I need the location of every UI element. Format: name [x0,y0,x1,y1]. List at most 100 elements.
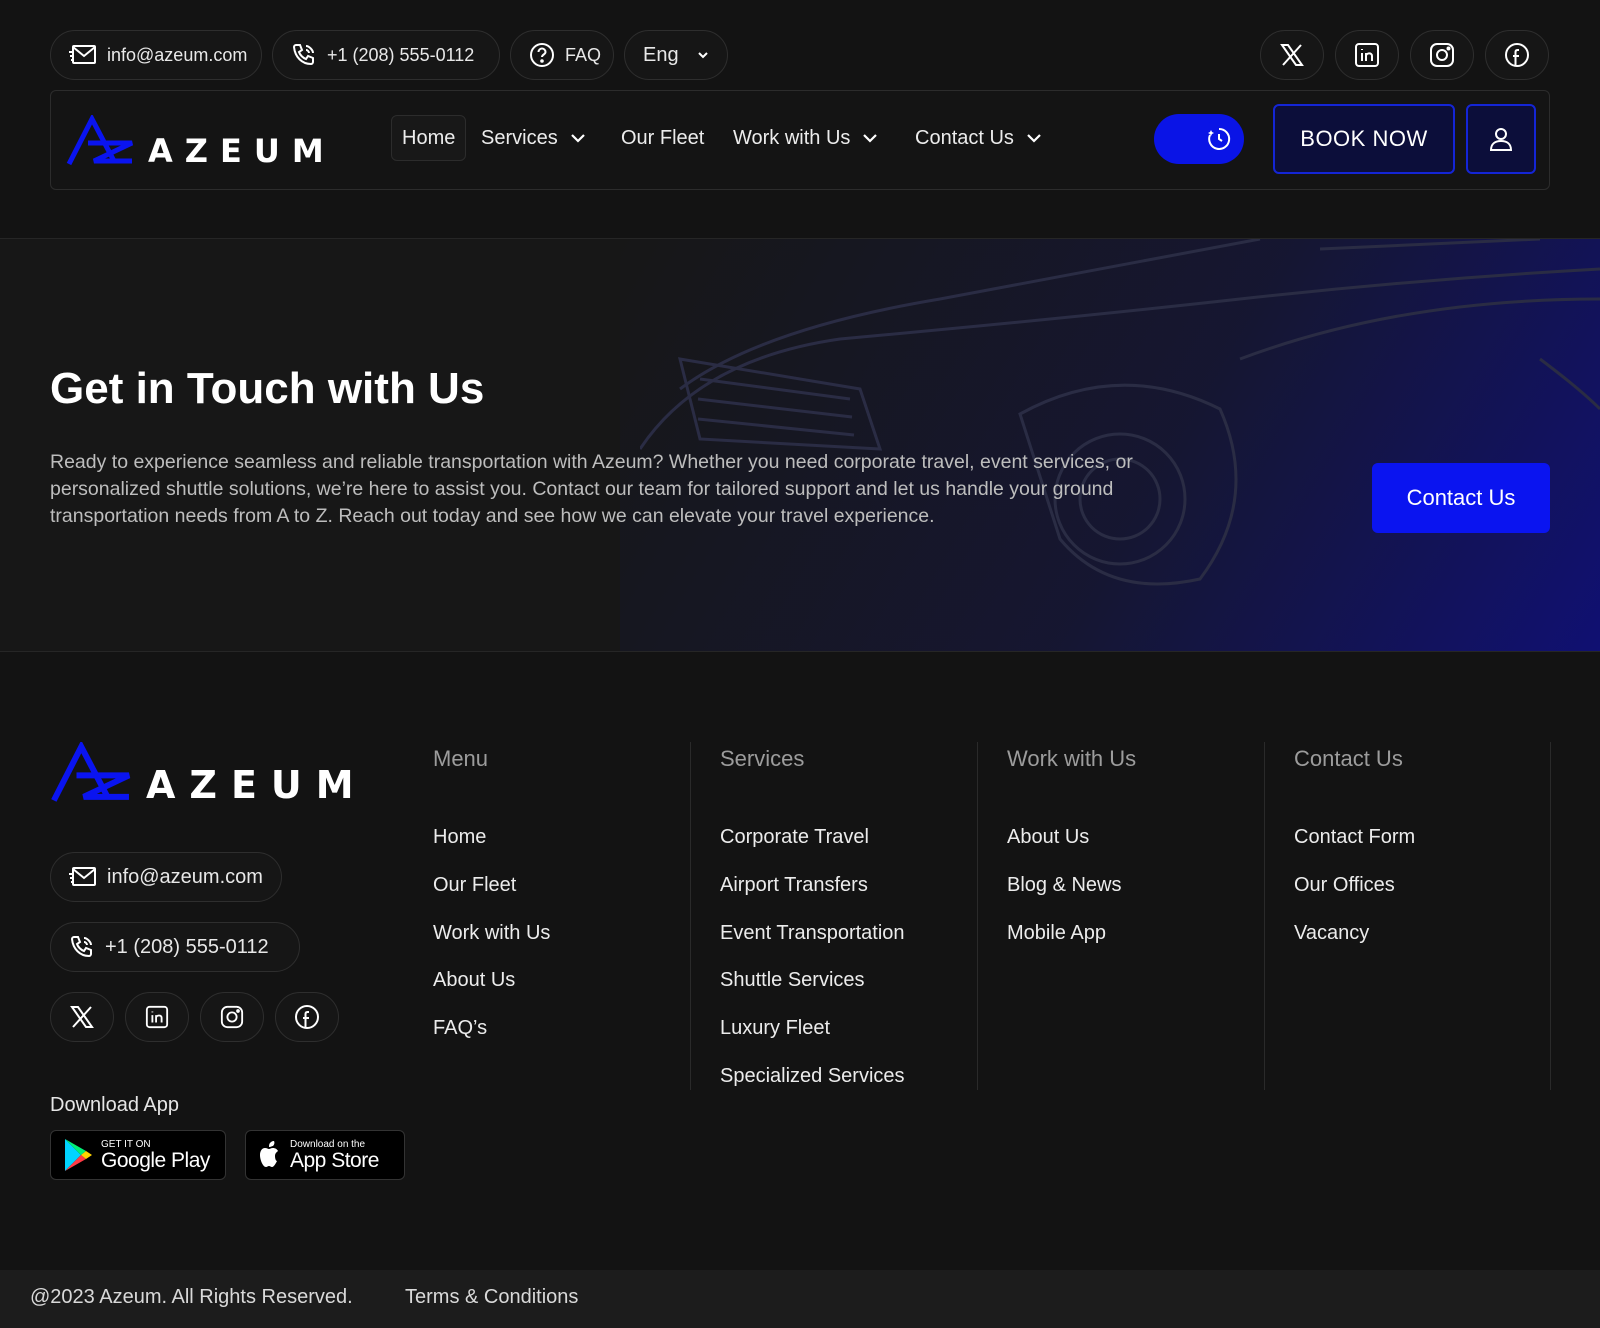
instagram-icon [220,1005,244,1029]
nav-services-label: Services [481,126,558,149]
header-logo[interactable]: AZEUM [66,115,336,167]
theme-toggle-knob [1200,120,1238,158]
footer-link-our-offices[interactable]: Our Offices [1294,874,1395,897]
hero-title: Get in Touch with Us [50,364,485,413]
apple-icon [260,1141,278,1167]
footer-link-our-fleet[interactable]: Our Fleet [433,874,516,897]
user-icon [1489,128,1513,151]
app-store-badge[interactable]: Download on the App Store [245,1130,405,1180]
nav-our-fleet[interactable]: Our Fleet [611,115,714,161]
google-play-small-text: GET IT ON [101,1138,151,1150]
car-background-image [640,239,1600,586]
footer-phone-text: +1 (208) 555-0112 [105,935,269,958]
google-play-big-text: Google Play [101,1148,210,1172]
topbar-phone-text: +1 (208) 555-0112 [327,44,475,65]
footer-services-title: Services [720,746,805,771]
footer-menu-title: Menu [433,746,489,771]
footer-link-specialized-services[interactable]: Specialized Services [720,1065,905,1088]
nav-home-label: Home [402,126,456,149]
topbar-faq-text: FAQ [565,44,602,65]
footer-link-shuttle-services[interactable]: Shuttle Services [720,969,865,992]
azeum-logo-mark [66,115,134,166]
footer-bottom-bar: @2023 Azeum. All Rights Reserved. Terms … [0,1270,1600,1328]
footer-link-airport-transfers[interactable]: Airport Transfers [720,874,868,897]
mail-icon [69,867,96,886]
footer-instagram-button[interactable] [200,992,264,1042]
question-circle-icon [530,43,554,67]
footer-email-text: info@azeum.com [107,865,263,888]
nav-contact-us[interactable]: Contact Us [905,115,1052,161]
facebook-icon [1505,43,1529,67]
app-store-big-text: App Store [290,1148,379,1172]
footer-link-home[interactable]: Home [433,826,486,849]
footer-link-blog-news[interactable]: Blog & News [1007,874,1122,897]
footer-link-about-us-2[interactable]: About Us [1007,826,1089,849]
footer-link-about-us[interactable]: About Us [433,969,515,992]
footer-link-luxury-fleet[interactable]: Luxury Fleet [720,1017,830,1040]
footer-logo-wordmark: AZEUM [146,763,368,807]
footer-link-corporate-travel[interactable]: Corporate Travel [720,826,869,849]
topbar-email-text: info@azeum.com [107,44,248,65]
footer-divider [1264,742,1265,1090]
phone-icon [70,936,92,958]
footer-facebook-button[interactable] [275,992,339,1042]
linkedin-icon [145,1005,169,1029]
facebook-icon [295,1005,319,1029]
google-play-badge[interactable]: GET IT ON Google Play [50,1130,226,1180]
x-icon [1280,44,1304,66]
footer-email-link[interactable]: info@azeum.com [50,852,282,902]
footer-divider [1550,742,1551,1090]
nav-home[interactable]: Home [391,115,467,161]
x-icon [70,1006,94,1028]
linkedin-icon [1355,43,1379,67]
instagram-icon [1430,43,1454,67]
copyright-text: @2023 Azeum. All Rights Reserved. [30,1286,353,1308]
moon-clock-icon [1208,127,1231,150]
topbar-email-link[interactable]: info@azeum.com [50,30,262,80]
footer-link-contact-form[interactable]: Contact Form [1294,826,1415,849]
topbar-faq-link[interactable]: FAQ [510,30,614,80]
footer-x-button[interactable] [50,992,114,1042]
footer-link-event-transportation[interactable]: Event Transportation [720,922,905,945]
download-app-label: Download App [50,1094,179,1116]
footer-link-faqs[interactable]: FAQ’s [433,1017,487,1040]
nav-services[interactable]: Services [471,115,596,161]
terms-conditions-link[interactable]: Terms & Conditions [405,1286,578,1309]
footer-link-work-with-us[interactable]: Work with Us [433,922,550,945]
language-value: Eng [643,43,679,66]
footer-link-vacancy[interactable]: Vacancy [1294,922,1369,945]
footer-contact-us-title: Contact Us [1294,746,1403,771]
footer-link-mobile-app[interactable]: Mobile App [1007,922,1106,945]
chevron-down-icon [570,134,585,143]
footer-phone-link[interactable]: +1 (208) 555-0112 [50,922,300,972]
footer-linkedin-button[interactable] [125,992,189,1042]
phone-icon [292,44,314,66]
nav-work-with-us[interactable]: Work with Us [723,115,888,161]
instagram-social-button[interactable] [1410,30,1474,80]
nav-work-with-us-label: Work with Us [733,126,851,149]
footer-divider [977,742,978,1090]
hero-description: Ready to experience seamless and reliabl… [50,451,1133,527]
linkedin-social-button[interactable] [1335,30,1399,80]
footer-divider [690,742,691,1090]
logo-wordmark: AZEUM [148,132,336,170]
chevron-down-icon [697,52,708,59]
facebook-social-button[interactable] [1485,30,1549,80]
theme-toggle[interactable] [1154,114,1244,164]
chevron-down-icon [863,134,878,143]
topbar-phone-link[interactable]: +1 (208) 555-0112 [272,30,500,80]
mail-icon [69,45,96,64]
user-account-button[interactable] [1466,104,1536,174]
x-social-button[interactable] [1260,30,1324,80]
book-now-button[interactable]: BOOK NOW [1273,104,1455,174]
footer-logo[interactable]: AZEUM [50,742,368,804]
contact-hero: Get in Touch with Us Ready to experience… [0,238,1600,652]
language-select[interactable]: Eng [624,30,728,80]
hero-contact-us-button[interactable]: Contact Us [1372,463,1550,533]
azeum-logo-mark [51,742,131,802]
nav-contact-us-label: Contact Us [915,126,1014,149]
nav-our-fleet-label: Our Fleet [621,126,705,149]
footer-work-with-us-title: Work with Us [1007,746,1137,771]
app-store-small-text: Download on the [290,1138,366,1150]
chevron-down-icon [1027,134,1041,143]
